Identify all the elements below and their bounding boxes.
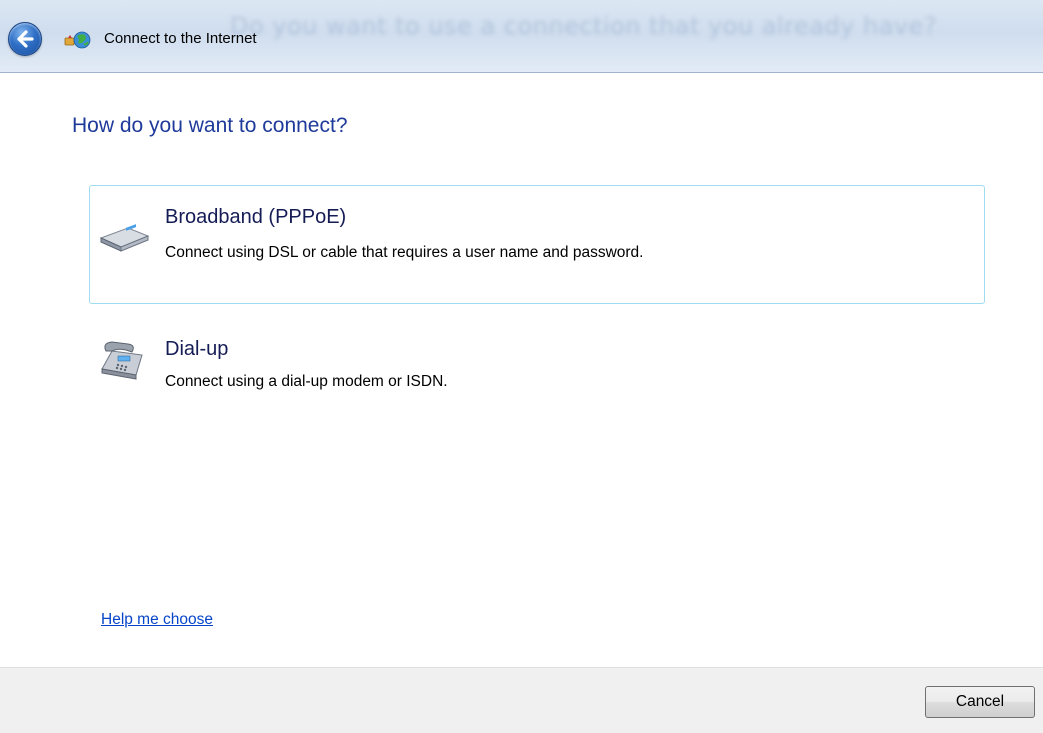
dialup-phone-icon xyxy=(101,341,143,380)
connect-dialog: Do you want to use a connection that you… xyxy=(0,0,1043,733)
option-dialup-title: Dial-up xyxy=(165,338,229,360)
help-me-choose-link[interactable]: Help me choose xyxy=(101,611,213,629)
network-globe-icon xyxy=(64,31,91,49)
title-bar: Do you want to use a connection that you… xyxy=(0,0,1043,73)
option-dialup-description: Connect using a dial-up modem or ISDN. xyxy=(165,373,448,390)
dialog-footer: Cancel xyxy=(0,667,1043,733)
window-title: Connect to the Internet xyxy=(104,30,257,47)
back-button[interactable] xyxy=(8,22,42,56)
option-broadband-title: Broadband (PPPoE) xyxy=(165,206,347,228)
option-dialup[interactable]: Dial-up Connect using a dial-up modem or… xyxy=(89,322,985,441)
cancel-button[interactable]: Cancel xyxy=(925,686,1035,718)
option-broadband-description: Connect using DSL or cable that requires… xyxy=(165,244,644,261)
back-arrow-icon xyxy=(17,30,34,48)
page-heading: How do you want to connect? xyxy=(72,114,348,137)
option-broadband[interactable]: Broadband (PPPoE) Connect using DSL or c… xyxy=(89,185,985,304)
background-ghost-text: Do you want to use a connection that you… xyxy=(230,12,938,40)
broadband-modem-icon xyxy=(99,224,150,252)
